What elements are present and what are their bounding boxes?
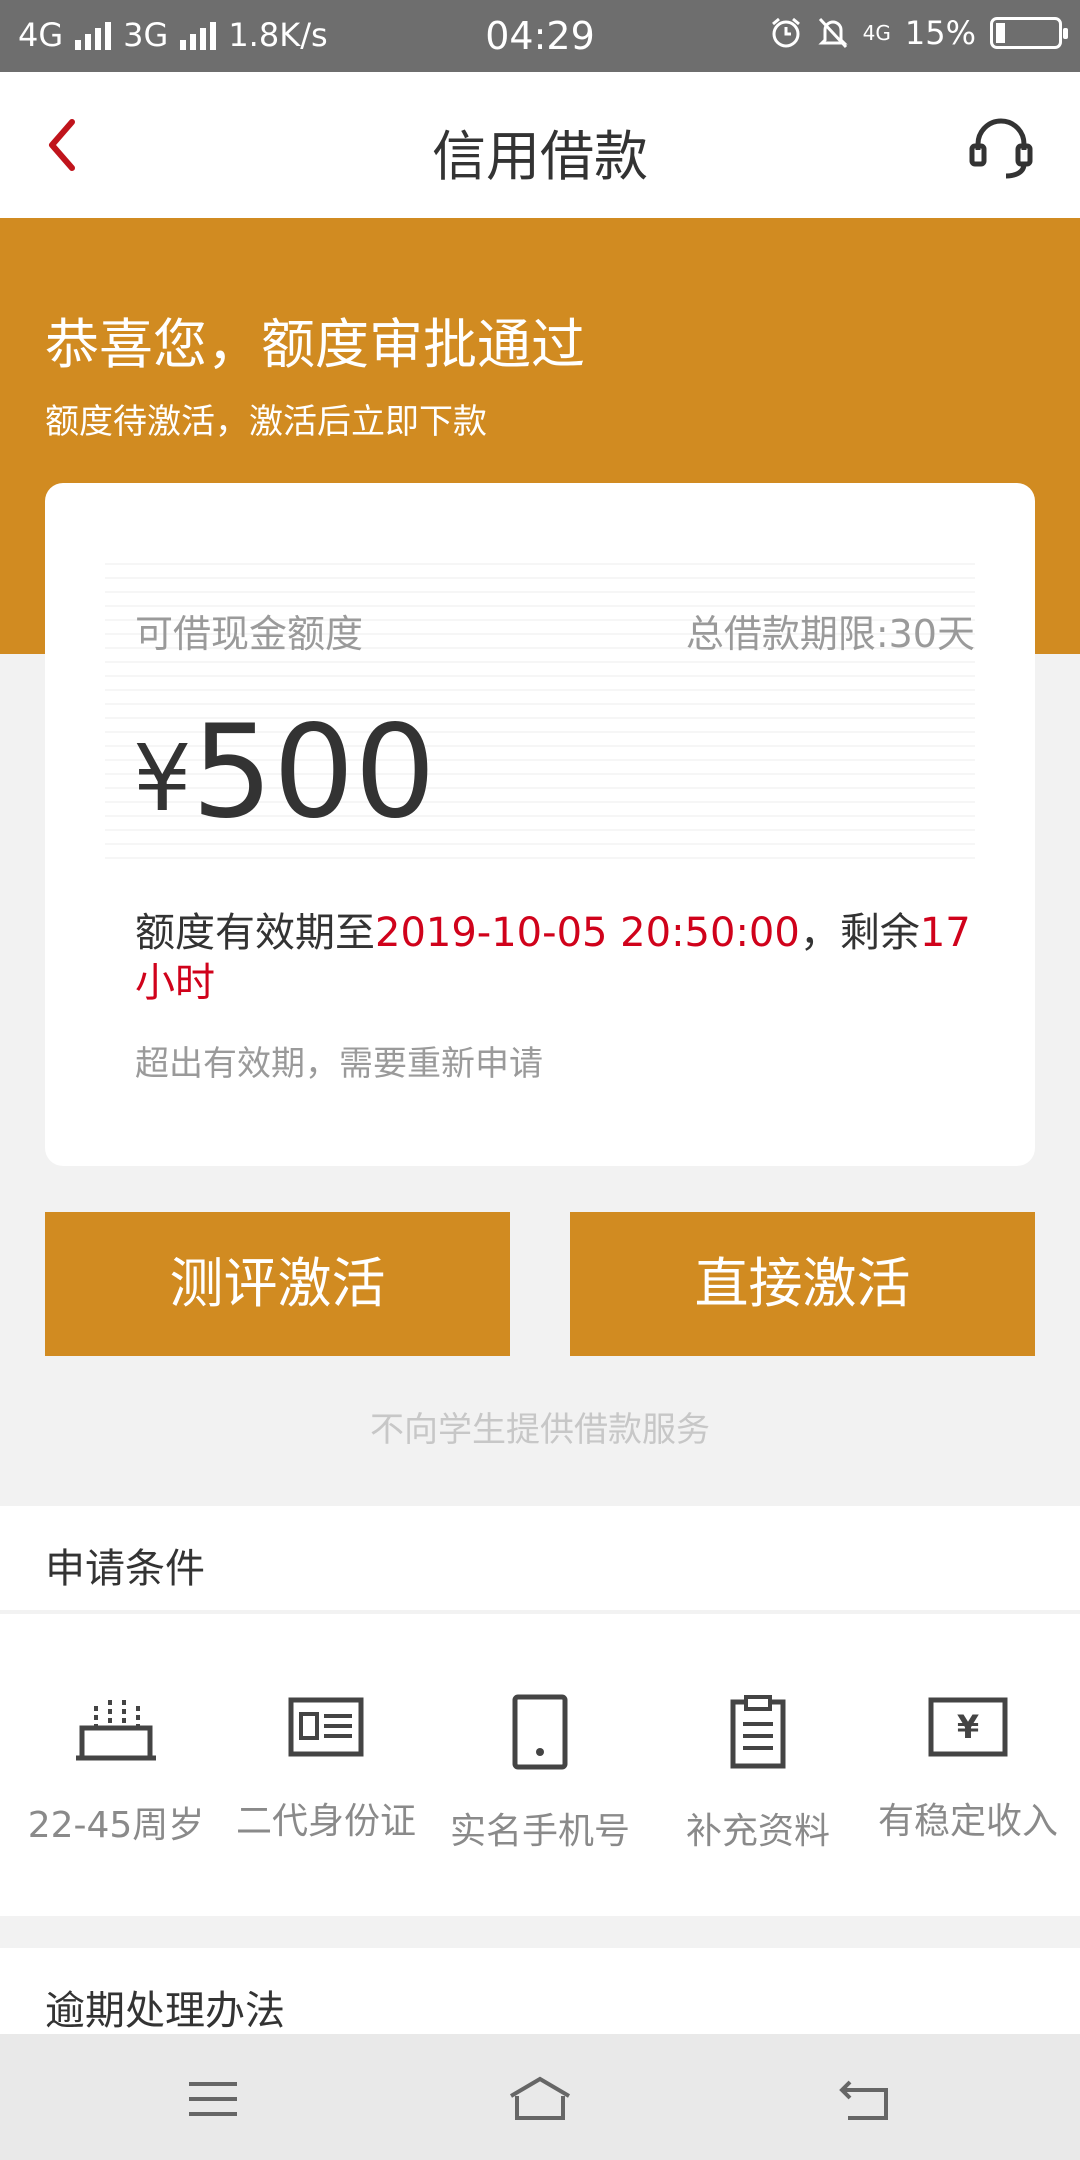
system-nav-bar xyxy=(0,2034,1080,2160)
mute-icon xyxy=(818,17,848,49)
birthday-cake-icon xyxy=(76,1700,156,1761)
conditions-list: 22-45周岁 二代身份证 实名手机号 补充资料 ¥ 有稳定收入 xyxy=(0,1614,1080,1916)
condition-phone: 实名手机号 xyxy=(432,1694,648,1854)
income-yen-icon: ¥ xyxy=(928,1697,1008,1757)
expire-note: 超出有效期，需要重新申请 xyxy=(135,1044,543,1084)
back-nav-icon[interactable] xyxy=(838,2074,898,2124)
condition-label: 补充资料 xyxy=(685,1811,830,1852)
condition-supplement: 补充资料 xyxy=(650,1694,866,1854)
condition-id-card: 二代身份证 xyxy=(218,1694,434,1844)
banner-title: 恭喜您，额度审批通过 xyxy=(45,313,585,376)
battery-percent: 15% xyxy=(904,14,976,52)
battery-icon xyxy=(990,17,1068,49)
condition-age: 22-45周岁 xyxy=(8,1694,224,1848)
id-card-icon xyxy=(288,1697,364,1757)
validity-remaining-prefix: ，剩余 xyxy=(799,910,920,956)
svg-text:¥: ¥ xyxy=(957,1708,979,1746)
evaluate-activate-button[interactable]: 测评激活 xyxy=(45,1212,510,1356)
condition-income: ¥ 有稳定收入 xyxy=(860,1694,1076,1844)
direct-activate-button[interactable]: 直接激活 xyxy=(570,1212,1035,1356)
network-type-3: 4G xyxy=(862,21,891,45)
condition-label: 实名手机号 xyxy=(449,1811,630,1852)
quota-card: 可借现金额度 总借款期限:30天 ¥500 额度有效期至2019-10-05 2… xyxy=(45,483,1035,1166)
banner-subtitle: 额度待激活，激活后立即下款 xyxy=(45,402,487,442)
home-icon[interactable] xyxy=(505,2074,575,2124)
app-header: 信用借款 xyxy=(0,72,1080,218)
overdue-title: 逾期处理办法 xyxy=(45,1988,285,2034)
condition-label: 22-45周岁 xyxy=(27,1805,205,1846)
loan-term: 总借款期限:30天 xyxy=(685,612,975,656)
validity-prefix: 额度有效期至 xyxy=(135,910,375,956)
page-title: 信用借款 xyxy=(432,125,648,188)
quota-amount: ¥500 xyxy=(133,698,436,847)
alarm-icon xyxy=(771,17,800,48)
phone-icon xyxy=(512,1694,568,1770)
headset-icon[interactable] xyxy=(966,112,1036,182)
condition-label: 有稳定收入 xyxy=(877,1801,1058,1842)
condition-label: 二代身份证 xyxy=(235,1801,416,1842)
validity-text: 额度有效期至2019-10-05 20:50:00，剩余17小时 xyxy=(135,908,975,1008)
amount-value: 500 xyxy=(191,698,436,847)
currency-symbol: ¥ xyxy=(133,725,192,832)
clipboard-icon xyxy=(730,1695,786,1769)
conditions-header: 申请条件 xyxy=(0,1506,1080,1612)
conditions-title: 申请条件 xyxy=(45,1546,205,1592)
student-notice: 不向学生提供借款服务 xyxy=(370,1410,710,1450)
status-bar: 4G 3G 1.8K/s 04:29 4G 15% xyxy=(0,0,1080,72)
validity-date: 2019-10-05 20:50:00 xyxy=(375,910,800,956)
quota-label: 可借现金额度 xyxy=(135,612,364,656)
menu-icon[interactable] xyxy=(183,2074,243,2124)
